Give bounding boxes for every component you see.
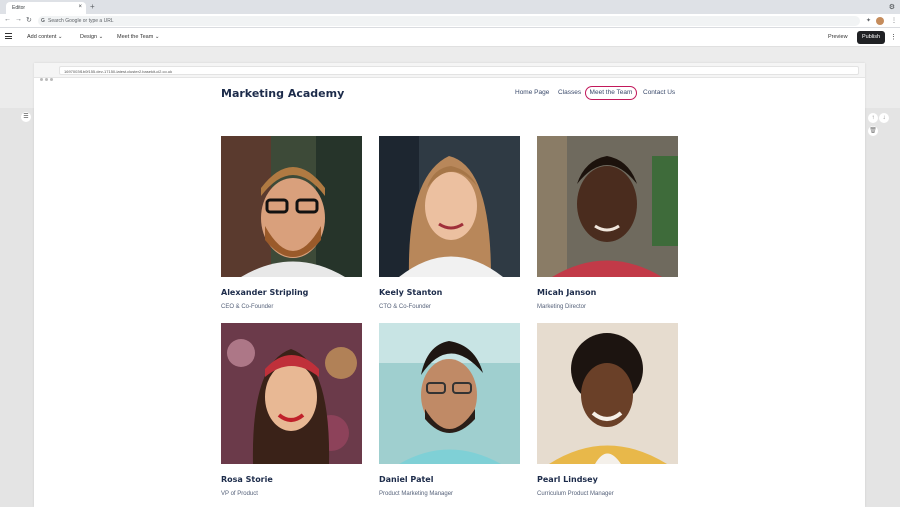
extensions-icon[interactable]: ✦ — [866, 17, 871, 24]
menu-label: Meet the Team — [117, 34, 154, 40]
site-title[interactable]: Marketing Academy — [221, 87, 344, 100]
team-role: Product Marketing Manager — [379, 491, 454, 497]
move-up-icon[interactable]: ↑ — [868, 113, 878, 123]
team-name: Rosa Storie — [221, 475, 273, 484]
team-role: CEO & Co-Founder — [221, 304, 274, 310]
close-tab-icon[interactable]: × — [78, 4, 82, 10]
team-name: Daniel Patel — [379, 475, 434, 484]
menu-label: Design — [80, 34, 98, 40]
nav-home-page[interactable]: Home Page — [515, 89, 549, 96]
tab-title: Editor — [12, 5, 26, 11]
settings-icon[interactable]: ⚙ — [889, 3, 895, 11]
move-down-icon[interactable]: ↓ — [879, 113, 889, 123]
browser-tab[interactable]: Editor × — [6, 2, 86, 14]
team-name: Pearl Lindsey — [537, 475, 598, 484]
browser-toolbar: ← → ↻ G Search Google or type a URL ✦ ⋮ — [0, 14, 900, 28]
team-name: Alexander Stripling — [221, 288, 309, 297]
browser-menu-icon[interactable]: ⋮ — [891, 17, 897, 24]
team-photo-alexander[interactable] — [221, 136, 362, 277]
reload-icon[interactable]: ↻ — [26, 16, 32, 24]
delete-icon[interactable]: 🗑 — [868, 126, 878, 136]
page-selector-menu[interactable]: Meet the Team ⌄ — [117, 34, 159, 40]
publish-button[interactable]: Publish — [857, 31, 885, 44]
design-menu[interactable]: Design ⌄ — [80, 34, 103, 40]
team-role: Marketing Director — [537, 304, 587, 310]
team-role: VP of Product — [221, 491, 258, 497]
team-photo-pearl[interactable] — [537, 323, 678, 464]
profile-avatar[interactable] — [876, 17, 884, 25]
chevron-down-icon: ⌄ — [98, 34, 104, 40]
address-bar[interactable]: G Search Google or type a URL — [38, 16, 860, 26]
team-photo-keely[interactable] — [379, 136, 520, 277]
add-content-menu[interactable]: Add content ⌄ — [27, 34, 63, 40]
team-role: CTO & Co-Founder — [379, 304, 431, 310]
browser-tabstrip: Editor × + ⚙ — [0, 0, 900, 14]
preview-button[interactable]: Preview — [828, 34, 848, 40]
google-icon: G — [41, 18, 45, 24]
nav-classes[interactable]: Classes — [558, 89, 581, 96]
team-name: Keely Stanton — [379, 288, 443, 297]
hamburger-menu-icon[interactable] — [5, 33, 12, 41]
new-tab-icon[interactable]: + — [90, 2, 95, 11]
team-photo-daniel[interactable] — [379, 323, 520, 464]
window-dots — [40, 68, 55, 86]
editor-bar: Add content ⌄ Design ⌄ Meet the Team ⌄ P… — [0, 28, 900, 47]
preview-frame-bar: 1697003f1b0f155.dev-17150-latest.cluster… — [34, 63, 865, 81]
team-photo-rosa[interactable] — [221, 323, 362, 464]
forward-icon[interactable]: → — [15, 16, 22, 23]
preview-url: 1697003f1b0f155.dev-17150-latest.cluster… — [59, 66, 859, 75]
team-role: Curriculum Product Manager — [537, 491, 614, 497]
chevron-down-icon: ⌄ — [57, 34, 63, 40]
team-name: Micah Janson — [537, 288, 597, 297]
chevron-down-icon: ⌄ — [154, 34, 160, 40]
address-placeholder: Search Google or type a URL — [48, 18, 114, 24]
nav-meet-the-team[interactable]: Meet the Team — [585, 86, 637, 100]
team-photo-micah[interactable] — [537, 136, 678, 277]
nav-contact-us[interactable]: Contact Us — [643, 89, 675, 96]
menu-label: Add content — [27, 34, 57, 40]
settings-sliders-icon[interactable]: ☰ — [21, 112, 31, 122]
back-icon[interactable]: ← — [4, 16, 11, 23]
more-options-icon[interactable]: ⋮ — [890, 33, 897, 41]
